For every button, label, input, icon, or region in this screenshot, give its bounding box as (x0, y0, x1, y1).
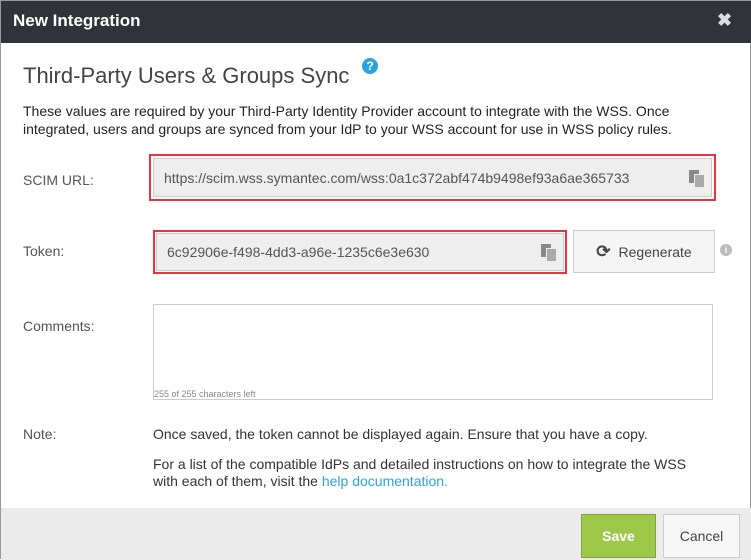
cancel-button[interactable]: Cancel (663, 514, 740, 558)
scim-url-field[interactable]: https://scim.wss.symantec.com/wss:0a1c37… (153, 158, 712, 197)
dialog-title: New Integration (13, 11, 141, 30)
scim-url-value: https://scim.wss.symantec.com/wss:0a1c37… (164, 169, 630, 186)
help-icon[interactable]: ? (362, 58, 378, 74)
close-icon[interactable]: ✖ (717, 10, 732, 31)
info-icon[interactable]: i (720, 244, 732, 256)
note-text: Once saved, the token cannot be displaye… (153, 426, 648, 442)
refresh-icon: ⟳ (596, 241, 611, 261)
help-documentation-link[interactable]: help documentation. (322, 473, 448, 489)
note-label: Note: (23, 426, 57, 442)
scim-url-label: SCIM URL: (23, 172, 94, 188)
help-text: For a list of the compatible IdPs and de… (153, 456, 713, 490)
regenerate-label: Regenerate (618, 243, 692, 260)
token-field[interactable]: 6c92906e-f498-4dd3-a96e-1235c6e3e630 (156, 233, 564, 271)
section-title: Third-Party Users & Groups Sync (23, 63, 350, 88)
section-description: These values are required by your Third-… (23, 103, 672, 137)
save-button[interactable]: Save (581, 514, 656, 558)
copy-icon[interactable] (541, 244, 557, 262)
chars-left: 255 of 255 characters left (154, 389, 256, 399)
copy-icon[interactable] (689, 169, 705, 188)
token-value: 6c92906e-f498-4dd3-a96e-1235c6e3e630 (167, 244, 430, 260)
token-label: Token: (23, 243, 65, 259)
comments-label: Comments: (23, 318, 95, 334)
comments-textarea[interactable] (153, 304, 713, 400)
regenerate-button[interactable]: ⟳ Regenerate (573, 230, 715, 273)
